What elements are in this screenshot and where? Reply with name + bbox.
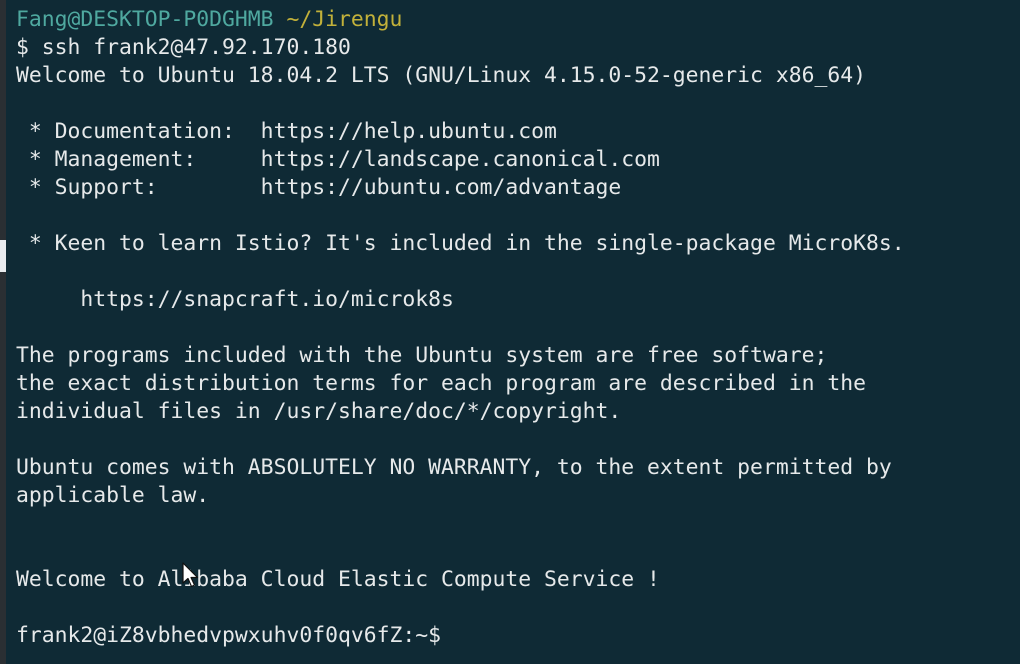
management-line: * Management: https://landscape.canonica… (16, 147, 660, 172)
shell-prompt-header: Fang@DESKTOP-P0DGHMB ~/Jirengu (16, 6, 402, 34)
remote-shell-prompt[interactable]: frank2@iZ8vbhedvpwxuhv0f0qv6fZ:~$ (16, 622, 441, 650)
mouse-pointer-icon (182, 562, 199, 588)
alibaba-welcome-line: Welcome to Alibaba Cloud Elastic Compute… (16, 567, 660, 592)
snapcraft-url-line: https://snapcraft.io/microk8s (16, 287, 454, 312)
prompt-path: ~/Jirengu (286, 7, 403, 32)
free-software-line: The programs included with the Ubuntu sy… (16, 343, 828, 368)
copyright-files-line: individual files in /usr/share/doc/*/cop… (16, 399, 622, 424)
documentation-line: * Documentation: https://help.ubuntu.com (16, 119, 557, 144)
distribution-terms-line: the exact distribution terms for each pr… (16, 371, 866, 396)
prompt-user-host: Fang@DESKTOP-P0DGHMB (16, 7, 274, 32)
ssh-command-line: $ ssh frank2@47.92.170.180 (16, 35, 351, 60)
welcome-ubuntu-line: Welcome to Ubuntu 18.04.2 LTS (GNU/Linux… (16, 63, 866, 88)
no-warranty-line: Ubuntu comes with ABSOLUTELY NO WARRANTY… (16, 455, 892, 480)
terminal-window[interactable]: Fang@DESKTOP-P0DGHMB ~/Jirengu $ ssh fra… (6, 0, 1020, 664)
istio-line: * Keen to learn Istio? It's included in … (16, 231, 905, 256)
support-line: * Support: https://ubuntu.com/advantage (16, 175, 622, 200)
applicable-law-line: applicable law. (16, 483, 210, 508)
